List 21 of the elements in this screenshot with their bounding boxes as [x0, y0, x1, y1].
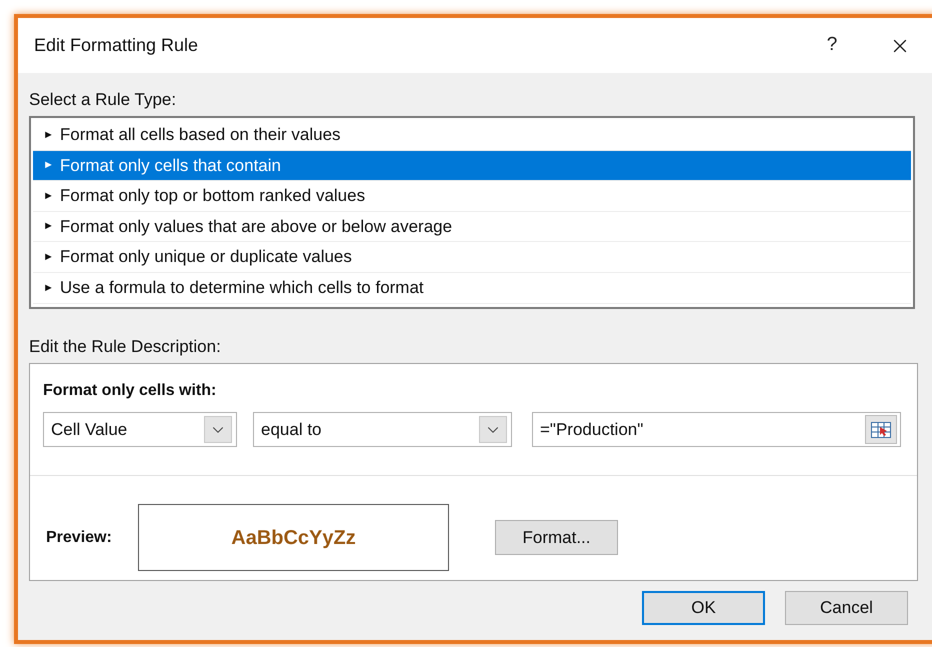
chevron-down-icon: [479, 416, 507, 443]
dialog-button[interactable]: Cancel: [785, 591, 908, 625]
dropdown[interactable]: Cell Value: [43, 412, 237, 447]
value-field[interactable]: ="Production": [532, 412, 901, 447]
chevron-down-icon: [204, 416, 232, 443]
preview-sample: AaBbCcYyZz: [231, 526, 356, 550]
dropdown[interactable]: equal to: [253, 412, 512, 447]
range-select-icon[interactable]: [865, 415, 897, 444]
help-button[interactable]: ?: [812, 31, 852, 60]
preview-label: Preview:: [46, 528, 113, 548]
format-button[interactable]: Format...: [495, 520, 618, 555]
section-label: Edit the Rule Description:: [29, 336, 222, 358]
rule-type-item[interactable]: ► Format only unique or duplicate values: [33, 242, 911, 273]
dialog-button[interactable]: OK: [642, 591, 765, 625]
rule-type-item[interactable]: ► Format only values that are above or below average: [33, 212, 911, 242]
panel-heading: Format only cells with:: [43, 381, 218, 401]
rule-type-item[interactable]: ► Format only top or bottom ranked values: [33, 181, 911, 212]
window-title: Edit Formatting Rule: [34, 34, 200, 57]
section-label: Select a Rule Type:: [29, 89, 178, 111]
rule-type-item[interactable]: ► Use a formula to determine which cells to format: [33, 272, 911, 304]
rule-type-item[interactable]: ► Format only cells that contain: [33, 150, 911, 182]
